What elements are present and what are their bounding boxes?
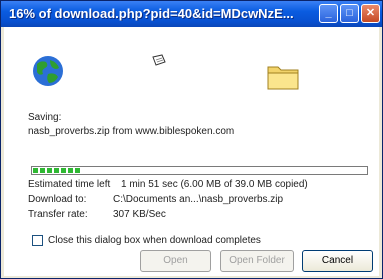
- download-to-value: C:\Documents an...\nasb_proverbs.zip: [113, 194, 284, 205]
- download-to-label: Download to:: [28, 194, 87, 205]
- cancel-button[interactable]: Cancel: [302, 250, 373, 272]
- transfer-rate-label: Transfer rate:: [28, 209, 88, 220]
- download-dialog: 16% of download.php?pid=40&id=MDcwNzE...…: [0, 0, 383, 279]
- close-button[interactable]: ✕: [361, 4, 380, 23]
- progress-segment: [75, 168, 80, 173]
- folder-icon: [267, 66, 299, 90]
- progress-segment: [47, 168, 52, 173]
- progress-segment: [33, 168, 38, 173]
- globe-icon: [33, 56, 63, 86]
- open-folder-button[interactable]: Open Folder: [220, 250, 294, 272]
- flying-paper-icon: [152, 54, 166, 66]
- close-when-done-label[interactable]: Close this dialog box when download comp…: [48, 235, 261, 246]
- saving-label: Saving:: [28, 112, 62, 123]
- open-button[interactable]: Open: [140, 250, 211, 272]
- close-when-done-checkbox[interactable]: [32, 235, 43, 246]
- estimated-time-label: Estimated time left: [28, 179, 111, 190]
- maximize-button[interactable]: □: [340, 4, 359, 23]
- progress-segment: [54, 168, 59, 173]
- saving-text: nasb_proverbs.zip from www.biblespoken.c…: [28, 126, 235, 137]
- progress-segment: [40, 168, 45, 173]
- transfer-rate-value: 307 KB/Sec: [113, 209, 166, 220]
- progress-segment: [61, 168, 66, 173]
- dialog-content: Saving: nasb_proverbs.zip from www.bible…: [4, 27, 379, 276]
- estimated-time-value: 1 min 51 sec (6.00 MB of 39.0 MB copied): [121, 179, 308, 190]
- title-bar[interactable]: 16% of download.php?pid=40&id=MDcwNzE...…: [1, 1, 382, 27]
- window-title: 16% of download.php?pid=40&id=MDcwNzE...: [9, 6, 294, 21]
- minimize-button[interactable]: _: [319, 4, 338, 23]
- progress-segment: [68, 168, 73, 173]
- download-progress-bar: [31, 166, 368, 175]
